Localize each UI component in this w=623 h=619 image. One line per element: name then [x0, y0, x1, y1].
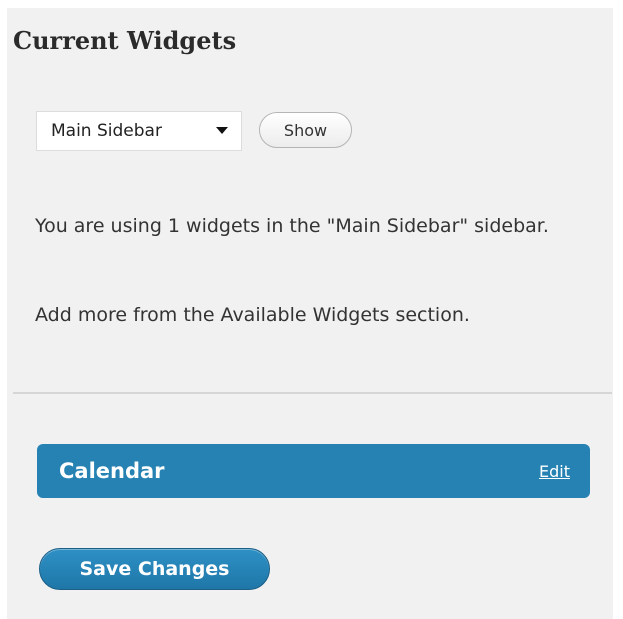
current-widgets-panel: Current Widgets Main Sidebar Show You ar… — [7, 8, 613, 619]
panel-title: Current Widgets — [13, 26, 237, 55]
widget-usage-text: You are using 1 widgets in the "Main Sid… — [35, 215, 549, 237]
available-widgets-hint: Add more from the Available Widgets sect… — [35, 304, 470, 326]
show-button[interactable]: Show — [259, 112, 352, 148]
sidebar-select-value: Main Sidebar — [51, 121, 162, 141]
widget-item-calendar[interactable]: Calendar Edit — [37, 444, 590, 498]
save-changes-button[interactable]: Save Changes — [39, 548, 270, 590]
sidebar-select[interactable]: Main Sidebar — [36, 111, 242, 151]
widget-title: Calendar — [59, 459, 165, 483]
widget-edit-link[interactable]: Edit — [539, 462, 570, 481]
chevron-down-icon — [216, 127, 228, 134]
divider — [13, 392, 612, 394]
